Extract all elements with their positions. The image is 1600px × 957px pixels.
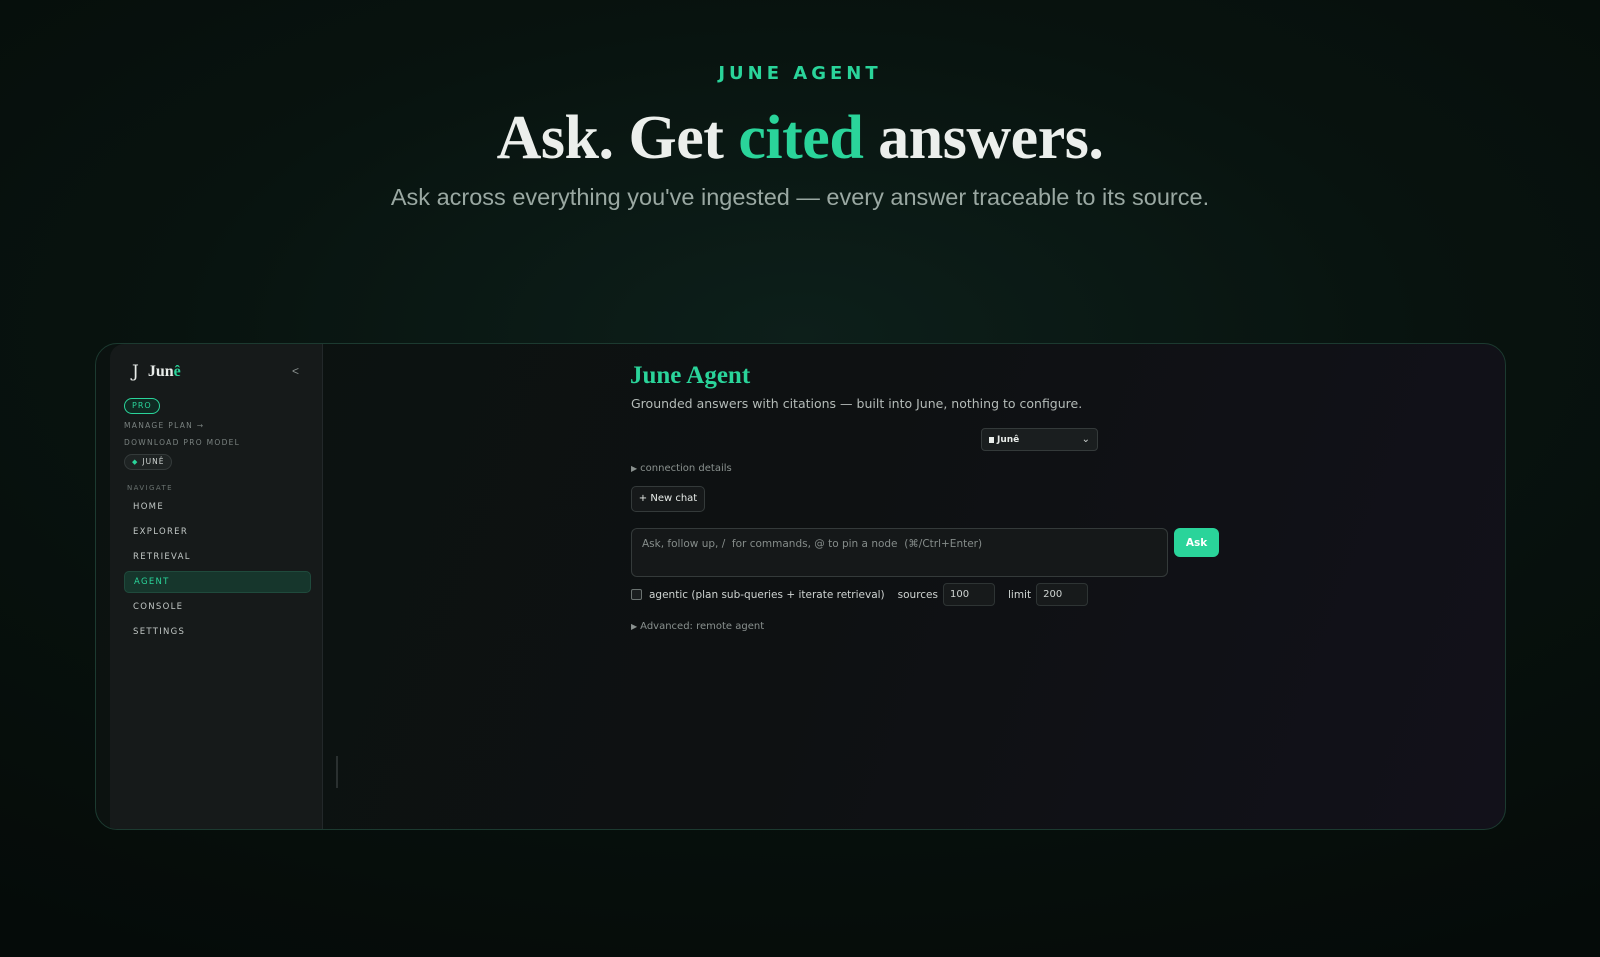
nav-item-agent[interactable]: AGENT [124, 571, 311, 593]
headline-part-1: Ask. Get [496, 104, 739, 172]
model-icon [989, 436, 994, 443]
app-window: J Junê < PRO MANAGE PLAN → DOWNLOAD PRO … [95, 343, 1506, 830]
chevron-down-icon: ⌄ [1081, 434, 1090, 445]
prompt-input[interactable] [631, 528, 1168, 577]
connection-details-label: connection details [640, 463, 732, 474]
ask-button[interactable]: Ask [1174, 528, 1219, 557]
headline-part-2: answers. [863, 104, 1104, 172]
nav-item-home[interactable]: HOME [124, 496, 311, 518]
nav-item-explorer[interactable]: EXPLORER [124, 521, 311, 543]
brand-name-accent: ê [173, 363, 181, 380]
sources-label: sources [897, 588, 938, 601]
options-row: agentic (plan sub-queries + iterate retr… [631, 583, 1089, 606]
brand-name: Junê [148, 363, 181, 381]
headline-accent: cited [738, 104, 864, 172]
nav-item-retrieval[interactable]: RETRIEVAL [124, 546, 311, 568]
collapse-sidebar-icon[interactable]: < [292, 364, 299, 378]
new-chat-button[interactable]: + New chat [631, 486, 705, 512]
nav-item-console[interactable]: CONSOLE [124, 596, 311, 618]
nav-section-label: NAVIGATE [127, 484, 173, 492]
sources-input[interactable] [942, 583, 995, 606]
status-dot-icon: ◆ [132, 458, 139, 466]
page-title: June Agent [630, 362, 751, 389]
hero-headline: Ask. Get cited answers. [0, 103, 1600, 174]
plan-badge: PRO [124, 398, 160, 414]
model-select-value: Junê [997, 434, 1020, 445]
brand[interactable]: J Junê [132, 362, 181, 382]
advanced-label: Advanced: remote agent [640, 621, 765, 632]
disclosure-triangle-icon: ▶ [631, 464, 638, 473]
sidebar: J Junê < PRO MANAGE PLAN → DOWNLOAD PRO … [110, 344, 338, 829]
agentic-label: agentic (plan sub-queries + iterate retr… [649, 588, 885, 601]
hero-eyebrow: JUNE AGENT [718, 63, 882, 84]
download-pro-model-link[interactable]: DOWNLOAD PRO MODEL [124, 438, 240, 447]
agentic-checkbox[interactable] [631, 589, 642, 600]
model-select[interactable]: Junê ⌄ [981, 428, 1098, 451]
page-description: Grounded answers with citations — built … [631, 396, 1083, 411]
disclosure-triangle-icon: ▶ [631, 622, 638, 631]
model-chip[interactable]: ◆ JUNÊ [124, 454, 173, 470]
limit-label: limit [1007, 588, 1032, 601]
limit-input[interactable] [1036, 583, 1089, 606]
model-chip-label: JUNÊ [142, 457, 165, 466]
advanced-remote-agent-toggle[interactable]: ▶ Advanced: remote agent [631, 621, 764, 632]
brand-name-base: Jun [147, 363, 174, 380]
connection-details-toggle[interactable]: ▶ connection details [631, 463, 732, 474]
hero-subhead: Ask across everything you've ingested — … [390, 184, 1210, 210]
sidebar-resize-handle[interactable] [336, 756, 338, 788]
manage-plan-link[interactable]: MANAGE PLAN → [124, 421, 204, 430]
brand-logo-icon: J [132, 362, 139, 382]
nav-item-settings[interactable]: SETTINGS [124, 621, 311, 643]
